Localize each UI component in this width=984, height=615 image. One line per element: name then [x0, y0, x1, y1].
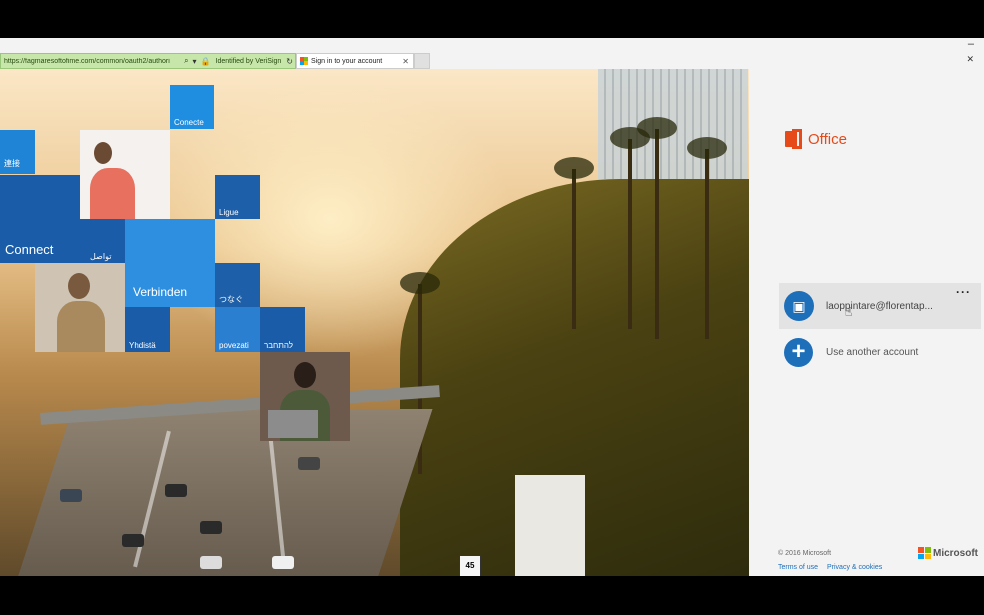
hero-background-image: 45 Conecte 連接 Ligue Connect تواصل Verbin…: [0, 69, 749, 576]
use-another-account-label: Use another account: [826, 346, 919, 358]
tile-hebrew: להתחבר: [260, 307, 305, 352]
account-tile[interactable]: ▣ laoppintare@florentap... ··· ☝: [779, 283, 981, 329]
minimize-icon[interactable]: –: [968, 38, 974, 50]
tile-verbinden: Verbinden: [125, 219, 215, 307]
tile-chinese: 連接: [0, 130, 35, 174]
tile-japanese: つなぐ: [215, 263, 260, 307]
car: [200, 556, 222, 569]
microsoft-logo-icon: [300, 57, 308, 65]
copyright: © 2016 Microsoft: [778, 550, 832, 557]
tile-ligue: Ligue: [215, 175, 260, 219]
verified-label: Identified by VeriSign: [215, 57, 282, 65]
office-logo-icon: [785, 129, 803, 149]
car: [60, 489, 82, 502]
lock-icon: 🔒: [200, 56, 211, 66]
office-name: Office: [808, 130, 847, 148]
microsoft-brand: Microsoft: [918, 547, 978, 559]
tab-title: Sign in to your account: [311, 57, 383, 65]
refresh-icon[interactable]: ↻: [284, 57, 295, 66]
tab-close-icon[interactable]: ✕: [398, 57, 413, 66]
tile-povezati: povezati: [215, 307, 260, 352]
account-badge-icon: ▣: [784, 291, 814, 321]
tile-label: つなぐ: [219, 295, 243, 304]
tile-label: povezati: [219, 341, 249, 350]
palm-tree: [554, 157, 594, 329]
photo-woman-laptop: [260, 352, 350, 441]
person-head: [94, 142, 112, 164]
tile-label: Conecte: [174, 118, 204, 127]
tile-conecte: Conecte: [170, 85, 214, 129]
tile-arabic: تواصل: [80, 219, 125, 263]
office-brand: Office: [785, 129, 847, 149]
car: [272, 556, 294, 569]
palm-tree: [637, 117, 677, 339]
laptop: [268, 410, 318, 438]
privacy-link[interactable]: Privacy & cookies: [827, 564, 882, 571]
hand-cursor-icon: ☝: [845, 305, 853, 319]
dropdown-icon[interactable]: ▾: [191, 57, 199, 66]
tab-sign-in[interactable]: Sign in to your account ✕: [296, 53, 414, 69]
microsoft-name: Microsoft: [933, 547, 978, 559]
screen-frame: – ✕ https://fagmaresoftofime.com/common/…: [0, 38, 984, 576]
concrete-wall: [515, 475, 585, 576]
close-window-icon[interactable]: ✕: [966, 54, 974, 65]
tile-label: Connect: [5, 242, 54, 257]
plus-icon: +: [784, 337, 813, 367]
car: [122, 534, 144, 547]
photo-man-phone: [35, 263, 125, 352]
terms-link[interactable]: Terms of use: [778, 564, 818, 571]
person: [57, 301, 105, 352]
car: [200, 521, 222, 534]
person: [90, 168, 135, 219]
address-bar[interactable]: https://fagmaresoftofime.com/common/oaut…: [0, 53, 296, 69]
palm-tree: [610, 127, 650, 329]
car: [298, 457, 320, 470]
address-url[interactable]: https://fagmaresoftofime.com/common/oaut…: [1, 58, 182, 65]
car: [165, 484, 187, 497]
person-head: [294, 362, 316, 388]
person-head: [68, 273, 90, 299]
tile-label: Verbinden: [133, 285, 188, 299]
tile-label: להתחבר: [264, 341, 293, 350]
use-another-account-button[interactable]: + Use another account: [779, 335, 981, 369]
tile-label: تواصل: [90, 252, 112, 261]
tile-label: Ligue: [219, 208, 239, 217]
palm-tree: [687, 137, 727, 339]
tile-label: 連接: [4, 159, 20, 168]
new-tab-button[interactable]: [414, 53, 430, 69]
search-icon[interactable]: ⌕: [182, 56, 190, 66]
tile-connect: Connect: [0, 175, 80, 263]
tile-label: Yhdistä: [129, 341, 156, 350]
speed-sign: 45: [459, 555, 481, 576]
photo-woman-reading: [80, 130, 170, 219]
tile-yhdista: Yhdistä: [125, 307, 170, 352]
more-options-icon[interactable]: ···: [956, 285, 971, 299]
account-email: laoppintare@florentap...: [826, 300, 933, 312]
microsoft-logo-icon: [918, 547, 931, 559]
sign-in-panel: Office ▣ laoppintare@florentap... ··· ☝ …: [749, 69, 984, 576]
